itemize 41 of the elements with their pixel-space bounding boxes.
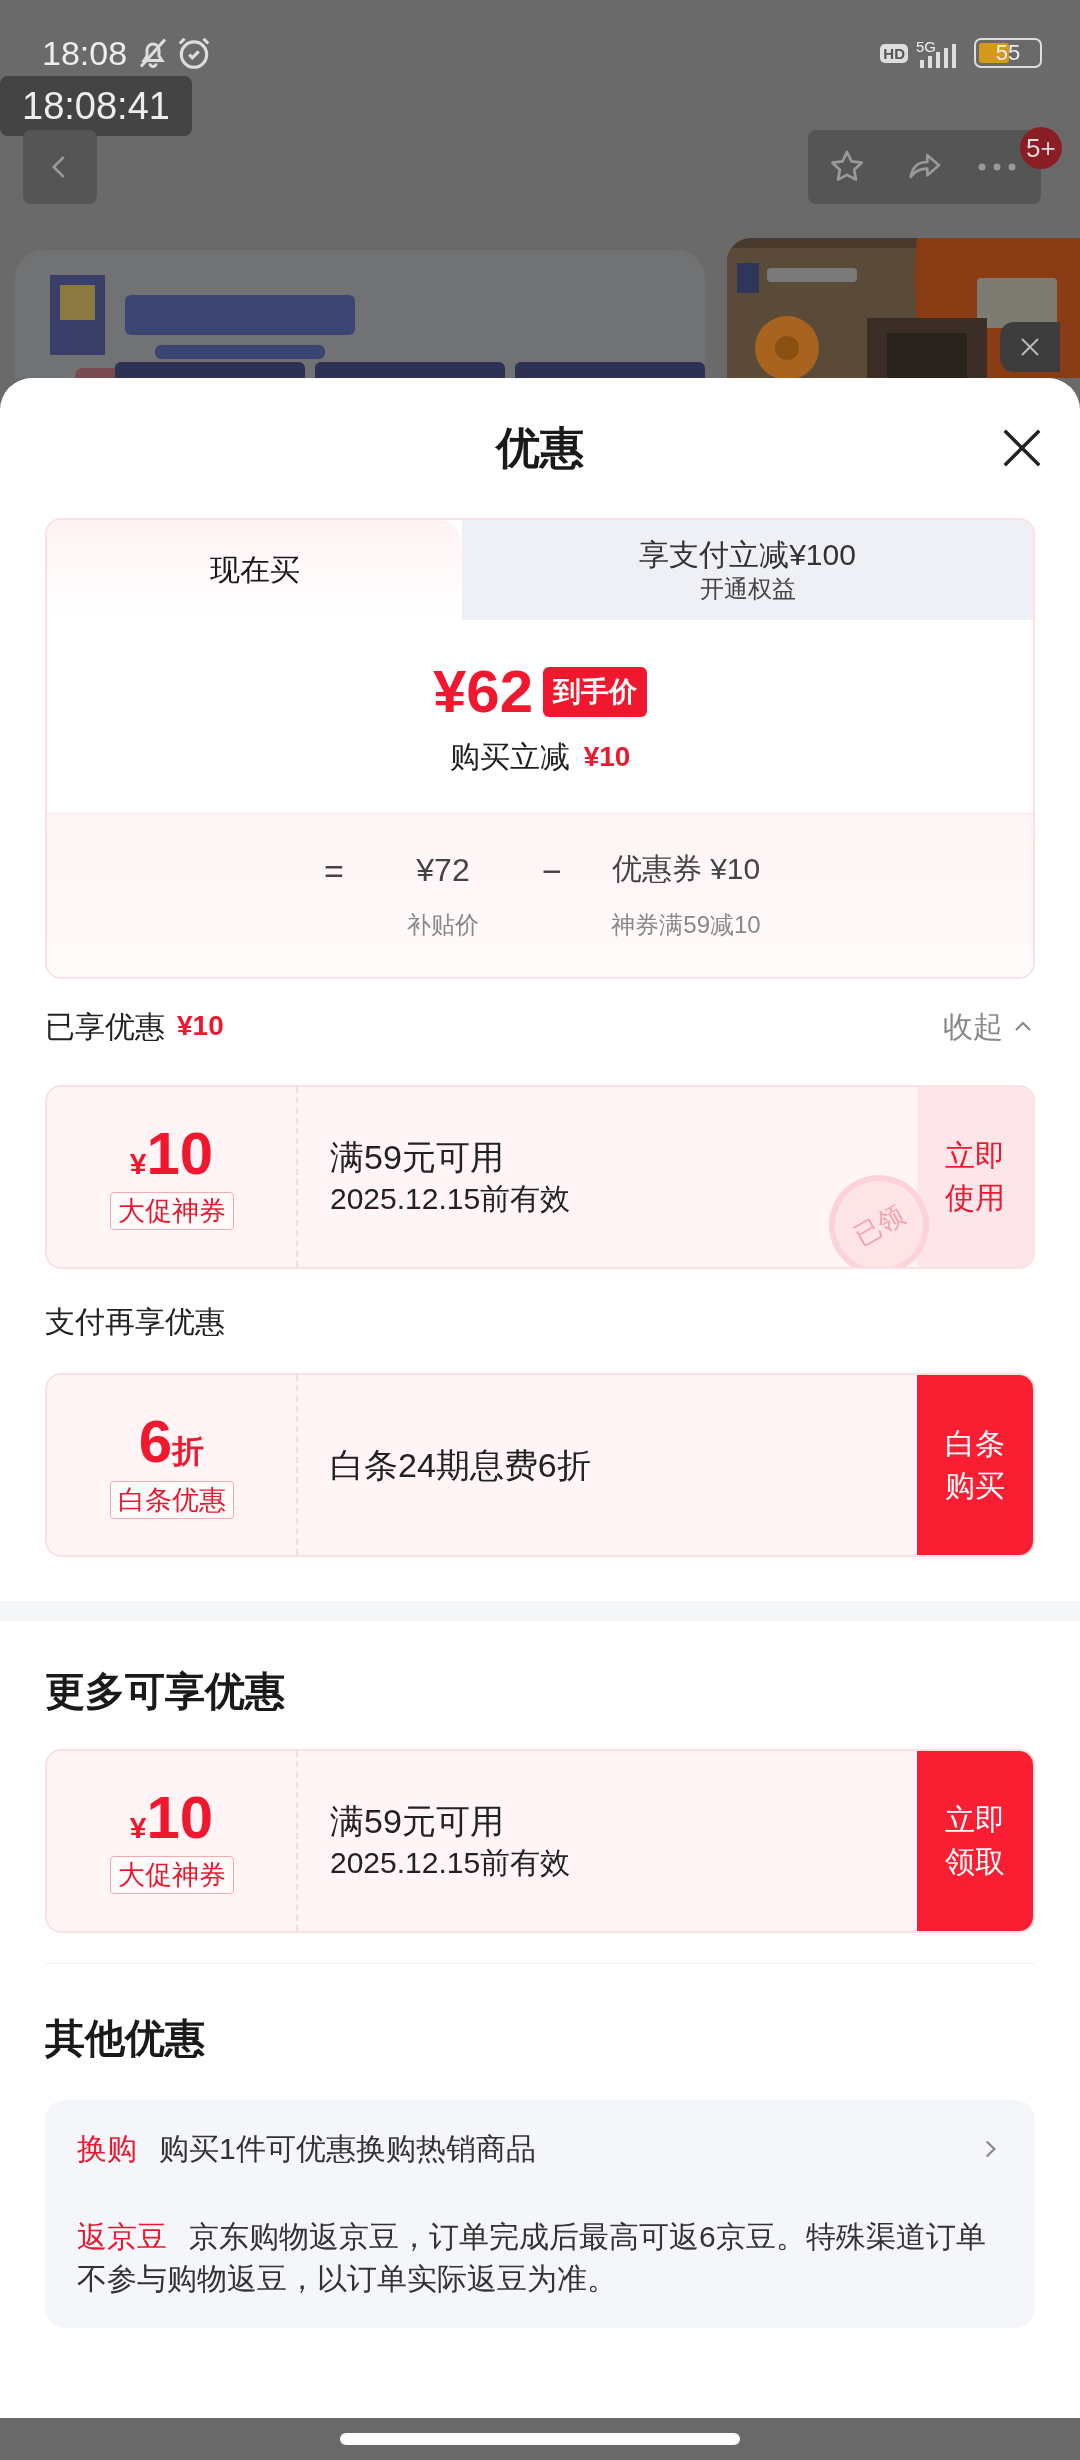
coupon-value: ¥10	[129, 1124, 214, 1186]
saving-label: 购买立减	[449, 739, 570, 775]
network-label: 5G	[916, 38, 936, 54]
final-price: ¥62	[432, 662, 534, 722]
coupon-title: 满59元可用	[330, 1801, 504, 1842]
coupon-expiry: 2025.12.15前有效	[330, 1181, 571, 1217]
saving-amount: ¥10	[583, 739, 631, 774]
battery-level: 55	[994, 42, 1022, 64]
coupon-title: 白条24期息费6折	[330, 1445, 591, 1486]
offer-text: 换购 购买1件可优惠换购热销商品	[77, 2131, 537, 2167]
coupon-action-button[interactable]: 立即使用	[917, 1087, 1033, 1267]
subsidy-label: 补贴价	[406, 910, 480, 940]
signal-icon	[918, 43, 958, 68]
coupon-action-button[interactable]: 立即领取	[917, 1751, 1033, 1931]
offer-text: 返京豆 京东购物返京豆，订单完成后最高可返6京豆。特殊渠道订单不参与购物返豆，以订单实际返豆为准。	[77, 2219, 987, 2297]
section-heading: 其他优惠	[45, 2015, 206, 2062]
coupon-value: 6折	[138, 1411, 205, 1475]
notification-badge: 5+	[1020, 127, 1062, 169]
subsidy-price: ¥72	[415, 851, 471, 890]
coupon-amount: 优惠券 ¥10	[610, 851, 762, 887]
tab[interactable]: 享支付立减¥100 开通权益	[462, 520, 1033, 620]
coupon-condition: 神券满59减10	[610, 910, 762, 940]
recording-timer: 18:08:41	[0, 76, 192, 136]
hd-badge: HD	[880, 43, 908, 63]
status-time: 18:08	[42, 36, 128, 70]
section-label: 支付再享优惠	[45, 1304, 226, 1340]
section-label: 已享优惠	[45, 1008, 165, 1045]
minus-sign: −	[541, 851, 563, 892]
price-tag: 到手价	[543, 667, 648, 717]
collapse-button[interactable]: 收起	[943, 1003, 1035, 1049]
coupon-tag: 大促神券	[109, 1192, 234, 1230]
coupon-tag: 白条优惠	[109, 1480, 234, 1519]
coupon-value: ¥10	[129, 1788, 214, 1850]
equals-sign: =	[323, 851, 345, 892]
coupon-tag: 大促神券	[109, 1856, 234, 1894]
sheet-title: 优惠	[496, 422, 584, 474]
section-heading: 更多可享优惠	[45, 1668, 286, 1715]
coupon-expiry: 2025.12.15前有效	[330, 1845, 571, 1881]
discount-amount: ¥10	[177, 1009, 224, 1043]
coupon-action-button[interactable]: 白条购买	[917, 1375, 1033, 1555]
coupon-title: 满59元可用	[330, 1137, 504, 1178]
